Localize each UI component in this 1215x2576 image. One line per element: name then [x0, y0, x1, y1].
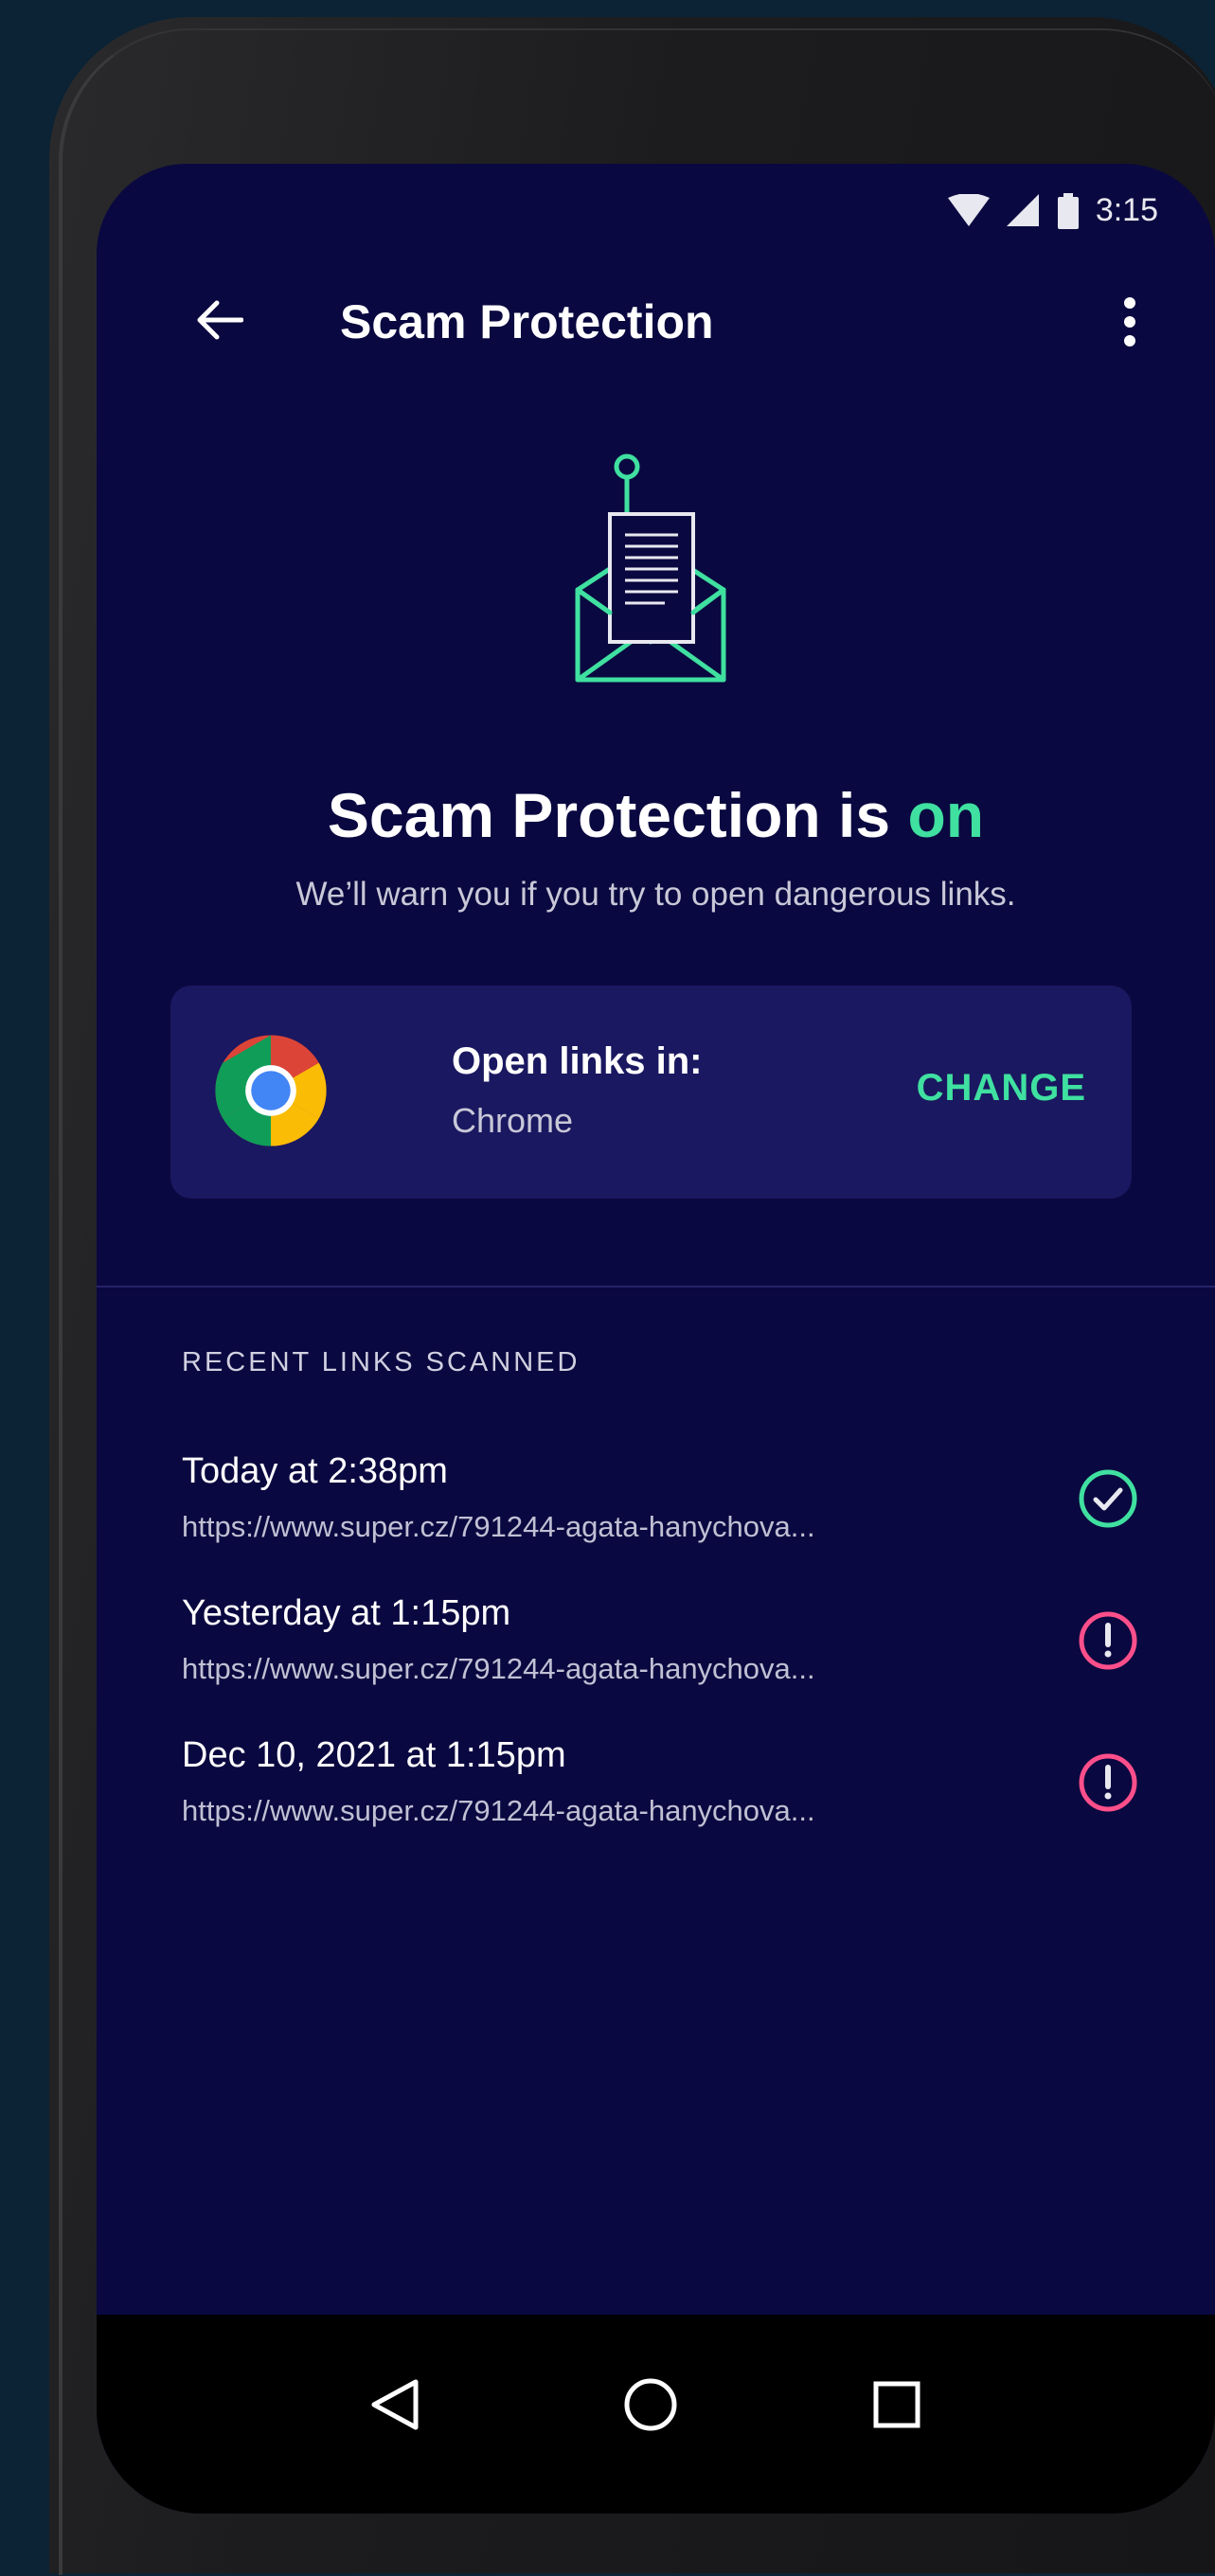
change-browser-button[interactable]: CHANGE: [917, 1067, 1086, 1110]
more-vert-icon: [1124, 297, 1135, 346]
list-item[interactable]: Today at 2:38pm https://www.super.cz/791…: [182, 1451, 1138, 1593]
link-time: Yesterday at 1:15pm: [182, 1593, 511, 1633]
exclamation-circle-icon: [1079, 1611, 1137, 1670]
wifi-icon: [947, 193, 990, 226]
section-divider: [97, 1286, 1215, 1288]
link-url: https://www.super.cz/791244-agata-hanych…: [182, 1794, 815, 1827]
nav-recents-button[interactable]: [849, 2357, 944, 2452]
app-bar: Scam Protection: [97, 268, 1215, 372]
check-circle-icon: [1079, 1469, 1137, 1528]
protection-subtitle: We’ll warn you if you try to open danger…: [295, 876, 1016, 913]
triangle-back-icon: [371, 2379, 419, 2430]
phishing-envelope-icon: [575, 453, 726, 683]
system-nav-bar: [97, 2315, 1215, 2514]
recent-links-list: Today at 2:38pm https://www.super.cz/791…: [182, 1451, 1138, 1877]
selected-browser: Chrome: [452, 1101, 574, 1140]
status-bar: 3:15: [947, 192, 1158, 229]
heading-prefix: Scam Protection is: [327, 780, 908, 850]
square-recents-icon: [873, 2381, 920, 2428]
chrome-logo-icon: [215, 1035, 327, 1146]
exclamation-circle-icon: [1079, 1753, 1137, 1812]
link-time: Today at 2:38pm: [182, 1451, 448, 1491]
list-item[interactable]: Dec 10, 2021 at 1:15pm https://www.super…: [182, 1735, 1138, 1877]
link-url: https://www.super.cz/791244-agata-hanych…: [182, 1652, 815, 1685]
circle-home-icon: [624, 2378, 677, 2431]
nav-home-button[interactable]: [603, 2357, 698, 2452]
status-time: 3:15: [1095, 192, 1158, 228]
app-screen: 3:15 Scam Protection Scam Protection is …: [97, 164, 1215, 2514]
back-button[interactable]: [187, 287, 253, 353]
nav-back-button[interactable]: [348, 2357, 442, 2452]
link-time: Dec 10, 2021 at 1:15pm: [182, 1735, 566, 1775]
arrow-left-icon: [197, 300, 243, 340]
browser-card: Open links in: Chrome CHANGE: [170, 986, 1132, 1199]
overflow-menu-button[interactable]: [1106, 289, 1153, 355]
list-item[interactable]: Yesterday at 1:15pm https://www.super.cz…: [182, 1593, 1138, 1735]
link-url: https://www.super.cz/791244-agata-hanych…: [182, 1510, 815, 1543]
protection-state: on: [907, 780, 985, 850]
protection-status-heading: Scam Protection is on: [97, 779, 1215, 851]
open-links-label: Open links in:: [452, 1040, 703, 1082]
battery-icon: [1057, 192, 1079, 229]
recent-links-heading: RECENT LINKS SCANNED: [182, 1347, 581, 1377]
page-title: Scam Protection: [340, 295, 714, 348]
cellular-signal-icon: [1006, 193, 1039, 226]
